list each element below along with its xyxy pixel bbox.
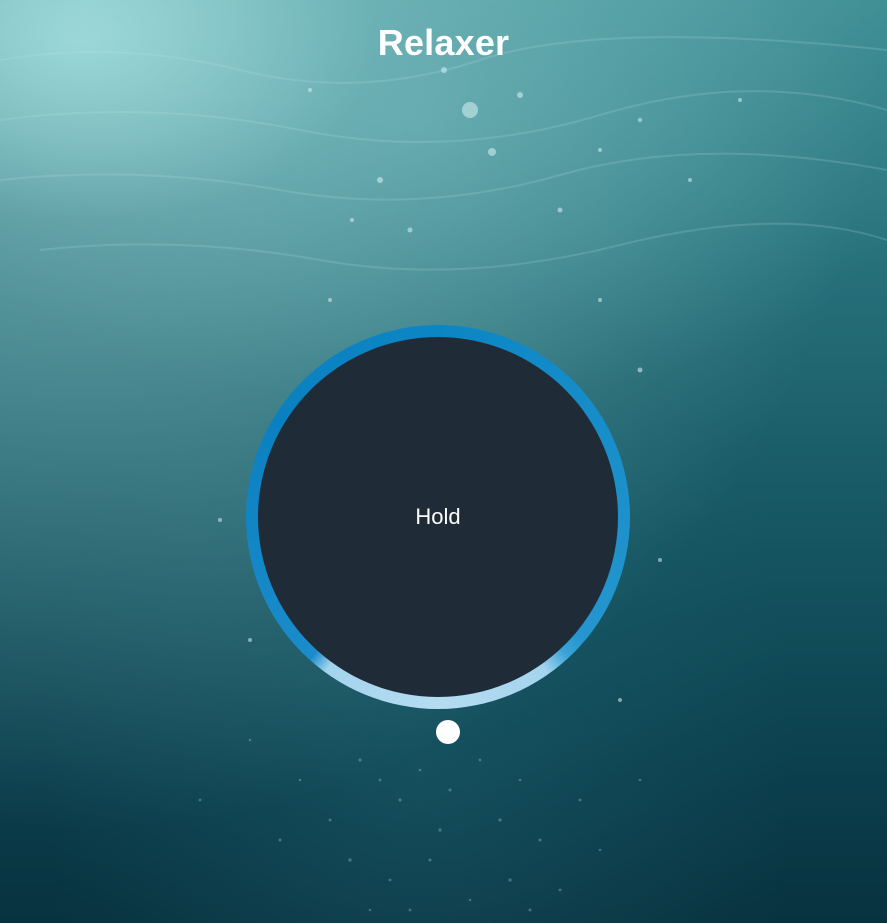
app-title: Relaxer bbox=[377, 22, 510, 63]
breathing-indicator: Hold bbox=[246, 325, 630, 709]
breathing-circle: Hold bbox=[258, 337, 618, 697]
breathing-status-text: Hold bbox=[415, 504, 461, 529]
progress-pointer-dot bbox=[436, 720, 460, 744]
